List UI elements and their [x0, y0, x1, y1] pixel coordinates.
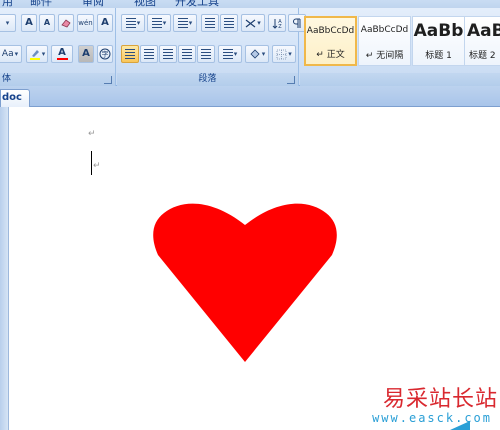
line-spacing-button[interactable]: ▾: [218, 45, 242, 63]
style-heading-2[interactable]: AaBb 标题 2: [464, 16, 500, 66]
style-normal[interactable]: AaBbCcDd ↵ 正文: [304, 16, 357, 66]
bullets-button[interactable]: ▾: [121, 14, 145, 32]
grow-font-button[interactable]: A: [21, 14, 37, 32]
paint-bucket-icon: [250, 49, 260, 59]
shading-button[interactable]: ▾: [245, 45, 269, 63]
paragraph-group: ▾ ▾ ▾ ▾ AZ ▾ ▾ ▾ 段落: [117, 8, 306, 86]
borders-button[interactable]: ▾: [272, 45, 296, 63]
svg-text:字: 字: [102, 50, 109, 59]
svg-text:Z: Z: [278, 24, 282, 29]
character-shading-button[interactable]: A: [78, 45, 94, 63]
shrink-font-button[interactable]: A: [39, 14, 55, 32]
watermark: 易采站长站 www.easck.com: [350, 377, 500, 430]
align-center-button[interactable]: [140, 45, 158, 63]
menu-tab-developer[interactable]: 开发工具: [175, 0, 219, 8]
document-area[interactable]: ↵ ↵ 易采站长站 www.easck.com: [0, 107, 500, 430]
character-border-button[interactable]: A: [97, 14, 113, 32]
highlight-color-button[interactable]: ▾: [26, 45, 48, 63]
enclosed-character-icon: 字: [99, 48, 111, 60]
document-tab[interactable]: doc *: [0, 89, 30, 119]
font-group: ▾ A A wén A Aa ▾ ▾ A A 字 体: [0, 8, 116, 86]
change-case-button[interactable]: Aa ▾: [0, 45, 22, 63]
clear-formatting-button[interactable]: [58, 14, 74, 32]
highlighter-icon: [29, 50, 40, 60]
justify-button[interactable]: [178, 45, 196, 63]
style-no-spacing[interactable]: AaBbCcDd ↵ 无间隔: [358, 16, 411, 66]
distributed-button[interactable]: [197, 45, 215, 63]
chinese-layout-icon: [245, 19, 256, 27]
menu-bar: 用 邮件 审阅 视图 开发工具: [0, 0, 500, 8]
styles-group: AaBbCcDd ↵ 正文 AaBbCcDd ↵ 无间隔 AaBb 标题 1 A…: [300, 8, 500, 86]
align-right-button[interactable]: [159, 45, 177, 63]
eraser-icon: [61, 19, 71, 28]
font-dialog-launcher[interactable]: [104, 76, 112, 84]
numbering-button[interactable]: ▾: [147, 14, 171, 32]
paragraph-dialog-launcher[interactable]: [287, 76, 295, 84]
watermark-text: 易采站长站: [382, 387, 498, 412]
font-color-button[interactable]: A: [51, 45, 73, 63]
decrease-indent-button[interactable]: [201, 14, 219, 32]
align-left-button[interactable]: [121, 45, 139, 63]
paragraph-group-label: 段落: [117, 73, 298, 86]
style-heading-1[interactable]: AaBb 标题 1: [412, 16, 465, 66]
multilevel-list-button[interactable]: ▾: [173, 14, 197, 32]
watermark-triangle: [450, 421, 470, 430]
phonetic-guide-button[interactable]: wén: [77, 14, 94, 32]
watermark-url: www.easck.com: [372, 411, 492, 425]
chinese-layout-button[interactable]: ▾: [241, 14, 265, 32]
border-grid-icon: [276, 49, 287, 59]
document-tab-strip: doc *: [0, 86, 500, 119]
font-color-swatch: [56, 58, 68, 60]
enclose-characters-button[interactable]: 字: [97, 45, 113, 63]
menu-tab-references[interactable]: 用: [2, 0, 13, 8]
ribbon: ▾ A A wén A Aa ▾ ▾ A A 字 体 ▾ ▾ ▾ ▾ A Z ▾…: [0, 8, 500, 86]
heart-path: [153, 203, 337, 362]
menu-tab-mailings[interactable]: 邮件: [30, 0, 52, 8]
menu-tab-review[interactable]: 审阅: [82, 0, 104, 8]
font-group-label: 体: [0, 73, 115, 86]
styles-group-label: [300, 73, 500, 86]
increase-indent-button[interactable]: [220, 14, 238, 32]
sort-icon: AZ: [272, 18, 282, 29]
menu-tab-view[interactable]: 视图: [134, 0, 156, 8]
font-size-dropdown[interactable]: ▾: [0, 14, 16, 32]
sort-button[interactable]: AZ: [268, 14, 286, 32]
